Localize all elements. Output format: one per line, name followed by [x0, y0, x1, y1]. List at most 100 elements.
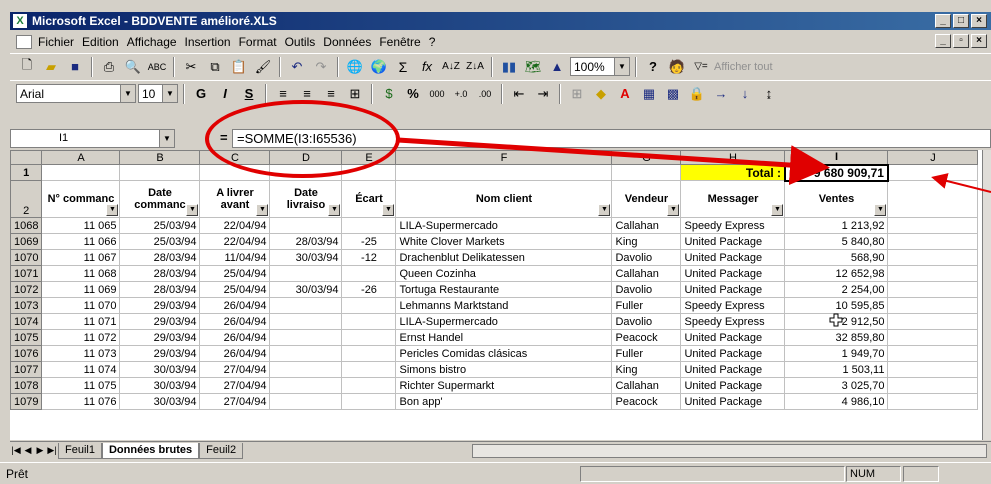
cell-j[interactable]: [887, 393, 979, 410]
cell-c[interactable]: 26/04/94: [199, 313, 271, 330]
horizontal-scrollbar[interactable]: [472, 444, 987, 458]
autofilter-dropdown-icon[interactable]: ▼: [598, 204, 611, 216]
autofilter-dropdown-icon[interactable]: ▼: [106, 204, 119, 216]
autofilter-dropdown-icon[interactable]: ▼: [328, 204, 341, 216]
web-toolbar-icon[interactable]: 🌍: [368, 57, 390, 77]
italic-button[interactable]: I: [214, 84, 236, 104]
cell-d[interactable]: [269, 265, 343, 282]
autofilter-dropdown-icon[interactable]: ▼: [667, 204, 680, 216]
autofilter-dropdown-icon[interactable]: ▼: [256, 204, 269, 216]
cell-h[interactable]: United Package: [680, 265, 786, 282]
copy-icon[interactable]: ⧉: [204, 57, 226, 77]
menu-fenetre[interactable]: Fenêtre: [379, 35, 420, 49]
cell-f[interactable]: Lehmanns Marktstand: [395, 297, 613, 314]
last-sheet-icon[interactable]: ▶|: [46, 445, 58, 456]
cell-i[interactable]: 10 595,85: [784, 297, 889, 314]
arrow-right-icon[interactable]: →: [710, 84, 732, 104]
spelling-icon[interactable]: ABC: [146, 57, 168, 77]
cell-a[interactable]: 11 072: [41, 329, 121, 346]
menu-donnees[interactable]: Données: [323, 35, 371, 49]
total-label[interactable]: Total :: [680, 164, 786, 181]
cell-e[interactable]: [341, 329, 397, 346]
row-header[interactable]: 1074: [10, 313, 43, 330]
cell-f[interactable]: Simons bistro: [395, 361, 613, 378]
cell-i[interactable]: 1 949,70: [784, 345, 889, 362]
cell-d[interactable]: [269, 377, 343, 394]
cell-j[interactable]: [887, 217, 979, 234]
row-header[interactable]: 1072: [10, 281, 43, 298]
bold-button[interactable]: G: [190, 84, 212, 104]
maximize-button[interactable]: □: [953, 14, 969, 28]
cell-h[interactable]: United Package: [680, 393, 786, 410]
spreadsheet-grid[interactable]: A B C D E F G H I J 1 Total : 9 680 909,…: [10, 150, 982, 440]
document-icon[interactable]: [16, 34, 32, 49]
borders-icon[interactable]: ⊞: [566, 84, 588, 104]
cell-e[interactable]: [341, 377, 397, 394]
cell-i[interactable]: 4 986,10: [784, 393, 889, 410]
cell-b[interactable]: 29/03/94: [119, 313, 201, 330]
cell-c[interactable]: 26/04/94: [199, 345, 271, 362]
cell-b[interactable]: 30/03/94: [119, 377, 201, 394]
map-icon[interactable]: 🗺: [522, 57, 544, 77]
function-icon[interactable]: fx: [416, 57, 438, 77]
cell-e[interactable]: -25: [341, 233, 397, 250]
cell-h[interactable]: United Package: [680, 345, 786, 362]
cell-c[interactable]: 22/04/94: [199, 217, 271, 234]
cell-e[interactable]: [341, 361, 397, 378]
redo-icon[interactable]: ↷: [310, 57, 332, 77]
cell-f[interactable]: Drachenblut Delikatessen: [395, 249, 613, 266]
cell-g[interactable]: King: [611, 361, 682, 378]
cell-h[interactable]: United Package: [680, 377, 786, 394]
menu-insertion[interactable]: Insertion: [185, 35, 231, 49]
header-vendeur[interactable]: Vendeur ▼: [611, 180, 682, 218]
cell-g[interactable]: Fuller: [611, 297, 682, 314]
cell-g[interactable]: Callahan: [611, 377, 682, 394]
autofilter-dropdown-icon[interactable]: ▼: [771, 204, 784, 216]
cell-f[interactable]: Pericles Comidas clásicas: [395, 345, 613, 362]
show-all-button[interactable]: Afficher tout: [714, 61, 773, 73]
cell-f[interactable]: Tortuga Restaurante: [395, 281, 613, 298]
tab-feuil2[interactable]: Feuil2: [199, 442, 244, 459]
cell-e[interactable]: [341, 313, 397, 330]
cell-j[interactable]: [887, 249, 979, 266]
cell-j[interactable]: [887, 281, 979, 298]
currency-icon[interactable]: $: [378, 84, 400, 104]
cell-b[interactable]: 28/03/94: [119, 265, 201, 282]
cell-g[interactable]: King: [611, 233, 682, 250]
cell-b[interactable]: 29/03/94: [119, 345, 201, 362]
row-header[interactable]: 1073: [10, 297, 43, 314]
cell-e[interactable]: [341, 217, 397, 234]
menu-affichage[interactable]: Affichage: [127, 35, 177, 49]
col-header-i[interactable]: I: [784, 150, 889, 165]
font-select[interactable]: Arial ▼: [16, 84, 136, 103]
cell-d[interactable]: [269, 313, 343, 330]
sort-ascending-icon[interactable]: A↓Z: [440, 57, 462, 77]
help-icon[interactable]: ?: [642, 57, 664, 77]
cell-b[interactable]: 25/03/94: [119, 233, 201, 250]
font-size-select[interactable]: 10 ▼: [138, 84, 178, 103]
percent-button[interactable]: %: [402, 84, 424, 104]
cell-c[interactable]: 27/04/94: [199, 393, 271, 410]
cell-a[interactable]: 11 066: [41, 233, 121, 250]
cell-g[interactable]: Davolio: [611, 249, 682, 266]
vertical-scrollbar[interactable]: [982, 150, 991, 440]
cell-j[interactable]: [887, 377, 979, 394]
cell-d[interactable]: 28/03/94: [269, 233, 343, 250]
cell-i[interactable]: 568,90: [784, 249, 889, 266]
chevron-down-icon[interactable]: ▼: [159, 130, 174, 147]
cell-i[interactable]: 2 912,50: [784, 313, 889, 330]
cell-f[interactable]: Richter Supermarkt: [395, 377, 613, 394]
cell-a[interactable]: 11 065: [41, 217, 121, 234]
select-all-corner[interactable]: [10, 150, 43, 165]
cut-icon[interactable]: ✂: [180, 57, 202, 77]
autofilter-dropdown-icon[interactable]: ▼: [382, 204, 395, 216]
decrease-decimal-icon[interactable]: .00: [474, 84, 496, 104]
cell-g[interactable]: Davolio: [611, 313, 682, 330]
doc-close-button[interactable]: ×: [971, 34, 987, 48]
header-messager[interactable]: Messager ▼: [680, 180, 786, 218]
filter-icon[interactable]: ▽=: [690, 57, 712, 77]
font-color-icon[interactable]: A: [614, 84, 636, 104]
cell-g[interactable]: Peacock: [611, 393, 682, 410]
cell-g[interactable]: Callahan: [611, 265, 682, 282]
menu-edition[interactable]: Edition: [82, 35, 119, 49]
